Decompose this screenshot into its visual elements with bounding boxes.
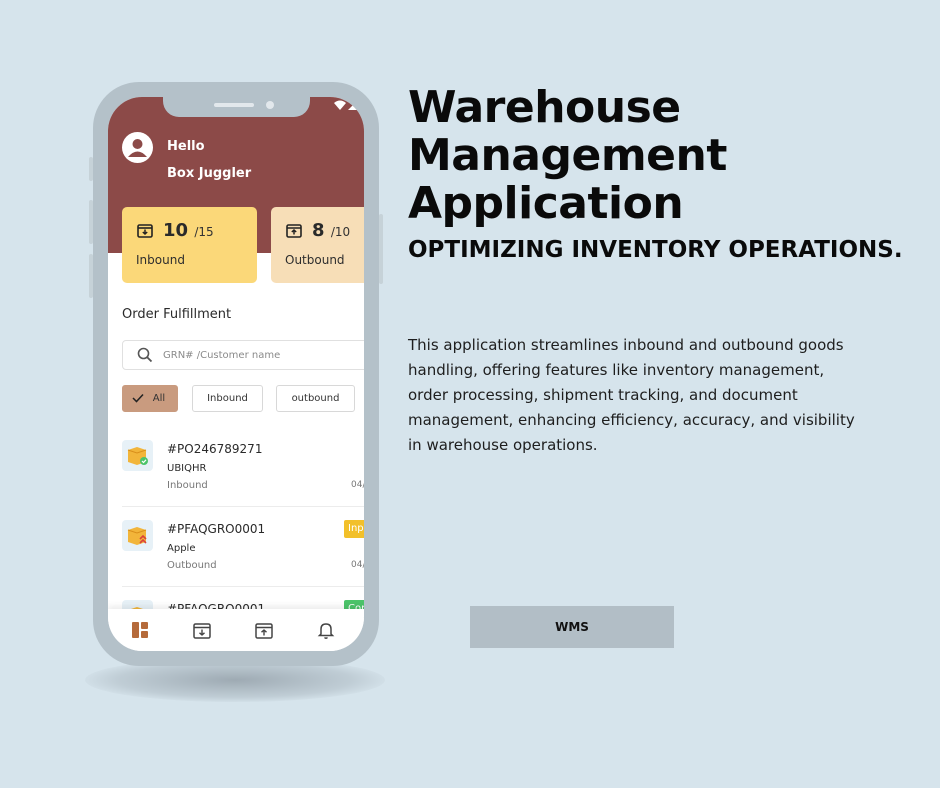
order-date: 04/: [351, 480, 364, 490]
filter-chip-all-label: All: [152, 393, 166, 404]
order-customer: Apple: [167, 543, 196, 554]
order-id: #PO246789271: [167, 442, 263, 456]
outbound-total: /10: [330, 225, 351, 239]
package-return-icon: [122, 520, 153, 551]
inbound-label: Inbound: [136, 253, 185, 267]
filter-chip-outbound[interactable]: outbound: [276, 385, 355, 412]
order-type: Outbound: [167, 560, 217, 571]
description: This application streamlines inbound and…: [408, 336, 855, 454]
inbound-stat-card[interactable]: 10 /15 Inbound: [122, 207, 257, 283]
filter-chip-all[interactable]: All: [122, 385, 178, 412]
order-id: #PFAQGRO0001: [167, 522, 266, 536]
wms-button[interactable]: WMS: [470, 606, 674, 648]
outbound-count: 8: [312, 220, 325, 241]
outbound-box-icon: [286, 224, 302, 238]
order-date: 04/: [351, 560, 364, 570]
page-title: Warehouse Management Application: [408, 82, 727, 229]
section-title: Order Fulfillment: [122, 307, 232, 322]
outbound-box-icon[interactable]: [254, 620, 274, 640]
avatar[interactable]: [122, 132, 153, 163]
signal-icon: [332, 99, 360, 114]
username: Box Juggler: [167, 166, 252, 181]
search-input[interactable]: GRN# /Customer name: [122, 340, 364, 370]
bottom-tab-bar: [108, 609, 364, 651]
outbound-label: Outbound: [285, 253, 345, 267]
inbound-box-icon[interactable]: [192, 620, 212, 640]
dashboard-icon[interactable]: [130, 620, 150, 640]
inbound-count: 10: [163, 220, 189, 241]
phone-mockup: Hello Box Juggler 10 /15 Inbound 8 /10 O…: [89, 82, 383, 666]
search-placeholder: GRN# /Customer name: [163, 350, 281, 361]
phone-screen: Hello Box Juggler 10 /15 Inbound 8 /10 O…: [108, 97, 364, 651]
phone-side-button: [89, 157, 93, 181]
search-icon: [137, 347, 153, 363]
inbound-box-icon: [137, 224, 153, 238]
list-item[interactable]: #PFAQGRO0001 Inp Apple Outbound 04/: [108, 520, 364, 600]
inbound-total: /15: [194, 225, 214, 239]
page-subtitle: OPTIMIZING INVENTORY OPERATIONS.: [408, 237, 903, 263]
filter-chip-inbound[interactable]: Inbound: [192, 385, 263, 412]
order-customer: UBIQHR: [167, 463, 207, 474]
list-item[interactable]: #PO246789271 UBIQHR Inbound 04/: [108, 440, 364, 520]
bell-icon[interactable]: [316, 620, 336, 640]
greeting: Hello: [167, 139, 205, 154]
package-check-icon: [122, 440, 153, 471]
phone-volume-up: [89, 200, 93, 244]
order-type: Inbound: [167, 480, 208, 491]
phone-notch: [163, 97, 310, 117]
outbound-stat-card[interactable]: 8 /10 Outbound: [271, 207, 364, 283]
check-icon: [132, 393, 144, 403]
phone-power-button: [379, 214, 383, 284]
status-badge: Inp: [344, 520, 364, 538]
phone-volume-down: [89, 254, 93, 298]
